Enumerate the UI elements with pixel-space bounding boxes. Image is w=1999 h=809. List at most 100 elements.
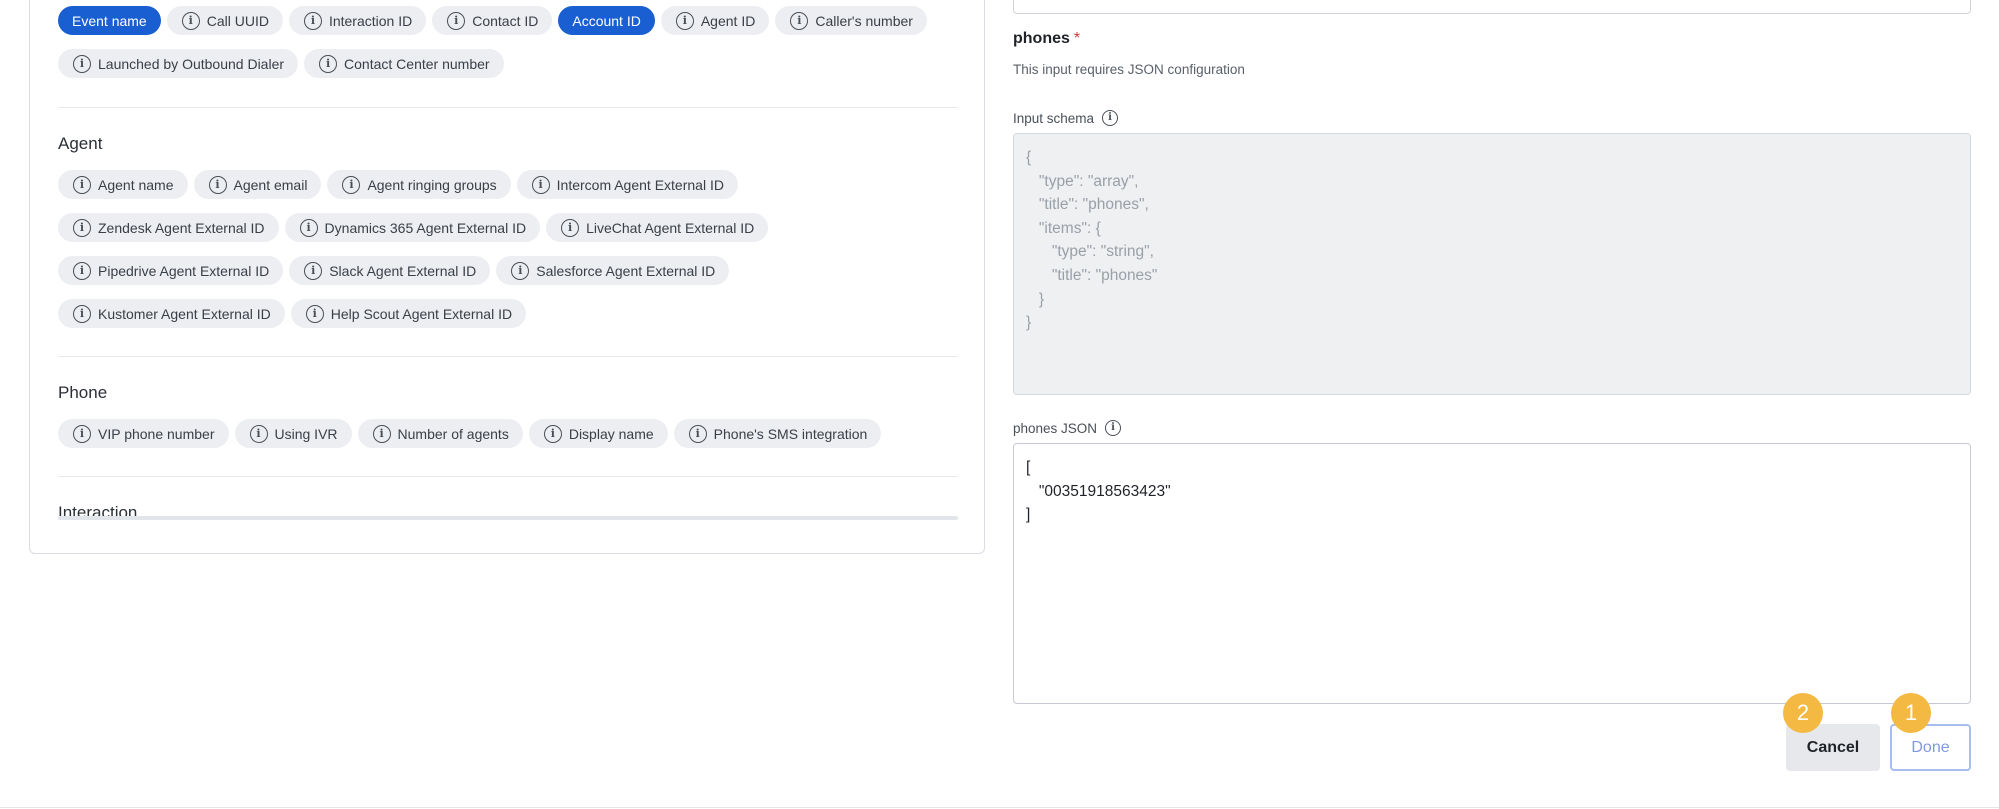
chip-label: Agent ringing groups <box>367 176 497 193</box>
info-icon: i <box>181 11 200 30</box>
input-schema-box: { "type": "array", "title": "phones", "i… <box>1013 133 1971 395</box>
info-icon[interactable]: i <box>1105 420 1122 436</box>
chip-row: i Agent name i Agent email i Agent ringing gr… <box>58 170 738 199</box>
info-icon: i <box>561 218 580 237</box>
json-label-text: phones JSON <box>1013 420 1098 436</box>
field-label: phones * <box>1013 30 1080 48</box>
chip-label: Agent name <box>98 176 174 193</box>
info-icon: i <box>342 175 361 194</box>
chip-label: Dynamics 365 Agent External ID <box>324 219 527 236</box>
chip-slack-agent-external-id[interactable]: i Slack Agent External ID <box>289 256 491 285</box>
chip-salesforce-agent-external-id[interactable]: i Salesforce Agent External ID <box>496 256 730 285</box>
divider <box>58 107 958 108</box>
info-icon[interactable]: i <box>1102 110 1119 126</box>
schema-label: Input schema i <box>1013 110 1119 126</box>
info-icon: i <box>511 261 530 280</box>
chip-label: Pipedrive Agent External ID <box>98 262 270 279</box>
info-icon: i <box>299 218 318 237</box>
field-hint: This input requires JSON configuration <box>1013 62 1245 77</box>
previous-input-box[interactable] <box>1013 0 1971 14</box>
chip-row: i Zendesk Agent External ID i Dynamics 365 … <box>58 213 769 242</box>
chip-event-name[interactable]: Event name <box>58 6 161 35</box>
chip-using-ivr[interactable]: i Using IVR <box>234 419 352 448</box>
chip-agent-name[interactable]: i Agent name <box>58 170 188 199</box>
step-badge-done: 1 <box>1891 693 1931 733</box>
chip-dynamics-365-agent-external-id[interactable]: i Dynamics 365 Agent External ID <box>284 213 541 242</box>
info-icon: i <box>372 424 391 443</box>
info-icon: i <box>73 175 91 194</box>
chip-call-uuid[interactable]: i Call UUID <box>166 6 283 35</box>
info-icon: i <box>304 261 323 280</box>
chip-agent-email[interactable]: i Agent email <box>193 170 322 199</box>
chip-label: Zendesk Agent External ID <box>98 219 265 236</box>
chip-account-id[interactable]: Account ID <box>558 6 655 35</box>
chip-label: Caller's number <box>815 12 913 29</box>
chip-kustomer-agent-external-id[interactable]: i Kustomer Agent External ID <box>58 299 285 328</box>
info-icon: i <box>73 424 91 443</box>
chip-row: i VIP phone number i Using IVR i Number of ag… <box>58 419 882 448</box>
chip-contact-center-number[interactable]: i Contact Center number <box>304 49 504 78</box>
chip-label: Agent email <box>233 176 308 193</box>
info-icon: i <box>73 218 91 237</box>
chip-contact-id[interactable]: i Contact ID <box>432 6 553 35</box>
chip-caller-s-number[interactable]: i Caller's number <box>775 6 927 35</box>
chip-label: LiveChat Agent External ID <box>586 219 755 236</box>
chip-label: Contact ID <box>472 12 539 29</box>
chip-row: i Launched by Outbound Dialer i Contact Cen… <box>58 49 504 78</box>
chip-label: Kustomer Agent External ID <box>98 305 271 322</box>
chip-label: Event name <box>72 12 147 29</box>
chip-agent-id[interactable]: i Agent ID <box>660 6 770 35</box>
info-icon: i <box>790 11 809 30</box>
step-badge-cancel: 2 <box>1783 693 1823 733</box>
info-icon: i <box>208 175 227 194</box>
field-label-text: phones <box>1013 30 1070 47</box>
horizontal-scrollbar[interactable] <box>58 516 958 520</box>
chip-number-of-agents[interactable]: i Number of agents <box>357 419 523 448</box>
info-icon: i <box>73 261 91 280</box>
chip-row: Event name i Call UUID i Interaction ID i Cont… <box>58 6 927 35</box>
info-icon: i <box>319 54 338 73</box>
chip-label: Call UUID <box>206 12 269 29</box>
chip-display-name[interactable]: i Display name <box>528 419 668 448</box>
chip-livechat-agent-external-id[interactable]: i LiveChat Agent External ID <box>546 213 769 242</box>
chip-zendesk-agent-external-id[interactable]: i Zendesk Agent External ID <box>58 213 279 242</box>
chip-intercom-agent-external-id[interactable]: i Intercom Agent External ID <box>516 170 738 199</box>
chip-row: i Pipedrive Agent External ID i Slack Agent… <box>58 256 730 285</box>
info-icon: i <box>531 175 550 194</box>
chip-label: VIP phone number <box>98 425 215 442</box>
info-icon: i <box>249 424 268 443</box>
footer-divider <box>0 807 1999 808</box>
interaction-group-title: Interaction <box>58 503 138 522</box>
phone-group-title: Phone <box>58 383 108 402</box>
chip-vip-phone-number[interactable]: i VIP phone number <box>58 419 229 448</box>
phones-json-input[interactable]: [ "00351918563423" ] <box>1013 443 1971 704</box>
chip-label: Display name <box>568 425 654 442</box>
chip-interaction-id[interactable]: i Interaction ID <box>288 6 427 35</box>
chip-label: Intercom Agent External ID <box>556 176 724 193</box>
chip-pipedrive-agent-external-id[interactable]: i Pipedrive Agent External ID <box>58 256 284 285</box>
chip-label: Using IVR <box>274 425 338 442</box>
divider <box>58 356 958 357</box>
chip-launched-by-outbound-dialer[interactable]: i Launched by Outbound Dialer <box>58 49 299 78</box>
chip-label: Phone's SMS integration <box>713 425 868 442</box>
variables-panel: Event name i Call UUID i Interaction ID i Cont… <box>29 0 985 554</box>
chip-agent-ringing-groups[interactable]: i Agent ringing groups <box>327 170 511 199</box>
chip-label: Interaction ID <box>328 12 413 29</box>
chip-label: Agent ID <box>700 12 756 29</box>
info-icon: i <box>675 11 694 30</box>
info-icon: i <box>305 304 324 323</box>
info-icon: i <box>73 304 91 323</box>
info-icon: i <box>303 11 322 30</box>
chip-help-scout-agent-external-id[interactable]: i Help Scout Agent External ID <box>290 299 527 328</box>
chip-label: Contact Center number <box>344 55 490 72</box>
json-label: phones JSON i <box>1013 420 1122 436</box>
chip-label: Help Scout Agent External ID <box>330 305 513 322</box>
chip-phone-s-sms-integration[interactable]: i Phone's SMS integration <box>673 419 882 448</box>
divider <box>58 476 958 477</box>
info-icon: i <box>543 424 562 443</box>
required-mark: * <box>1073 30 1081 47</box>
chip-row: i Kustomer Agent External ID i Help Scout A… <box>58 299 527 328</box>
chip-label: Launched by Outbound Dialer <box>98 55 285 72</box>
schema-label-text: Input schema <box>1013 110 1095 126</box>
chip-label: Slack Agent External ID <box>329 262 477 279</box>
